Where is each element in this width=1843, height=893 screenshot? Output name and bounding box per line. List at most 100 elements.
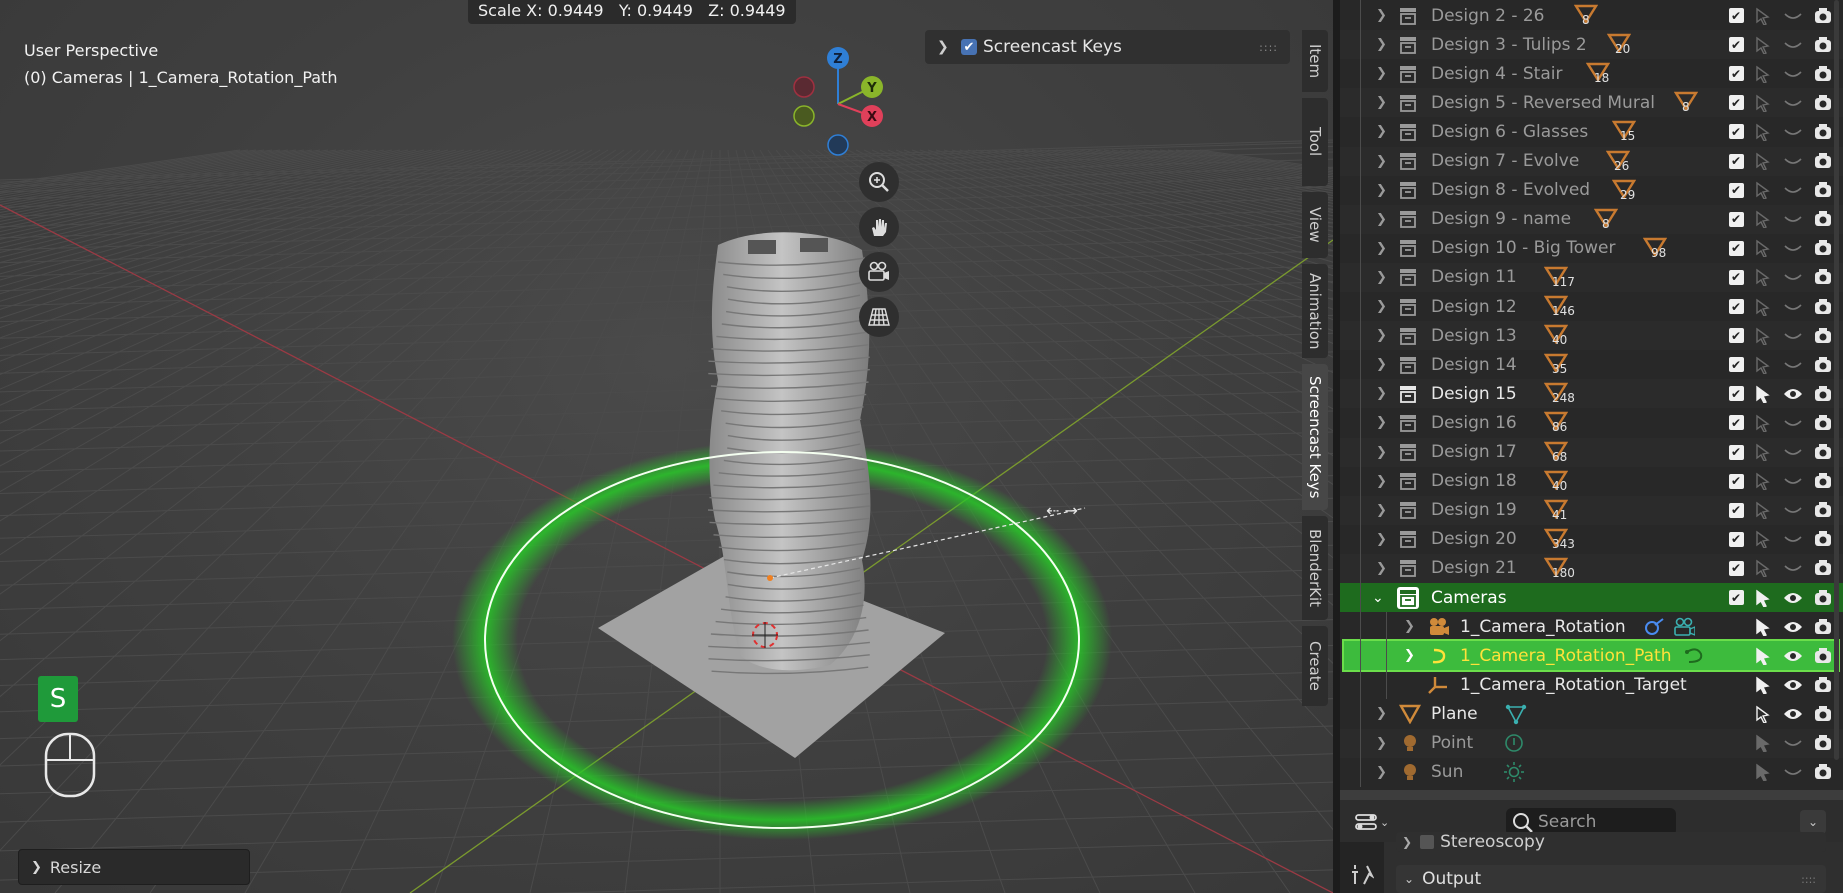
eye-closed-icon[interactable] [1782,325,1804,347]
outliner-row-collection[interactable]: ❯ Design 3 - Tulips 2 20 ✔ [1340,30,1843,60]
mesh-count-badge[interactable]: 29 [1612,179,1652,205]
hand-icon[interactable] [859,207,899,247]
visibility-checkbox[interactable]: ✔ [1725,528,1747,550]
outliner-row-collection[interactable]: ❯ Design 12 146 ✔ [1340,292,1843,321]
tab-tool[interactable]: Tool [1302,98,1328,186]
camera-icon[interactable] [859,252,899,292]
outliner-row-collection[interactable]: ❯ Design 15 248 ✔ [1340,379,1843,409]
render-camera-icon[interactable] [1812,325,1834,347]
expand-arrow-icon[interactable]: ❯ [1376,124,1387,139]
outliner-row-object[interactable]: 1_Camera_Rotation_Target [1340,670,1843,699]
select-arrow-icon[interactable] [1751,499,1773,521]
expand-arrow-icon[interactable]: ❯ [1404,619,1415,634]
output-panel[interactable]: ⌄ Output :::: [1396,865,1826,893]
render-camera-icon[interactable] [1812,557,1834,579]
mesh-count-badge[interactable]: 8 [1594,208,1634,234]
tab-blenderkit[interactable]: BlenderKit [1302,516,1328,620]
mesh-count-badge[interactable]: 8 [1574,4,1614,30]
expand-arrow-icon[interactable]: ❯ [1376,270,1387,285]
eye-icon[interactable] [1782,587,1804,609]
render-camera-icon[interactable] [1812,761,1834,783]
outliner-row-collection[interactable]: ❯ Design 11 117 ✔ [1340,262,1843,292]
visibility-checkbox[interactable]: ✔ [1725,499,1747,521]
select-arrow-icon[interactable] [1751,674,1773,696]
expand-arrow-icon[interactable]: ❯ [1376,561,1387,576]
constraint-icon[interactable] [1643,616,1665,638]
eye-closed-icon[interactable] [1782,441,1804,463]
mesh-count-badge[interactable]: 26 [1606,150,1646,176]
expand-arrow-icon[interactable]: ❯ [1376,299,1387,314]
chevron-right-icon[interactable]: ❯ [31,860,42,875]
visibility-checkbox[interactable]: ✔ [1725,470,1747,492]
select-arrow-icon[interactable] [1751,354,1773,376]
render-camera-icon[interactable] [1812,5,1834,27]
visibility-checkbox[interactable]: ✔ [1725,179,1747,201]
select-arrow-icon[interactable] [1751,325,1773,347]
select-arrow-icon[interactable] [1751,237,1773,259]
outliner-row-collection[interactable]: ❯ Design 5 - Reversed Mural 8 ✔ [1340,88,1843,118]
mesh-count-badge[interactable]: 40 [1544,324,1584,350]
eye-icon[interactable] [1782,383,1804,405]
render-camera-icon[interactable] [1812,587,1834,609]
expand-arrow-icon[interactable]: ❯ [1376,8,1387,23]
visibility-checkbox[interactable]: ✔ [1725,92,1747,114]
outliner-row-collection[interactable]: ❯ Design 6 - Glasses 15 ✔ [1340,117,1843,146]
eye-closed-icon[interactable] [1782,557,1804,579]
visibility-checkbox[interactable]: ✔ [1725,5,1747,27]
select-arrow-icon[interactable] [1751,557,1773,579]
select-arrow-icon[interactable] [1751,150,1773,172]
select-arrow-icon[interactable] [1751,616,1773,638]
outliner-row-object[interactable]: ❯ 1_Camera_Rotation [1340,612,1843,641]
stereoscopy-checkbox[interactable] [1420,835,1435,849]
expand-arrow-icon[interactable]: ❯ [1404,648,1415,663]
select-arrow-icon[interactable] [1751,470,1773,492]
expand-arrow-icon[interactable]: ❯ [1376,706,1387,721]
outliner-row-object[interactable]: ❯ Sun [1340,758,1843,787]
navigation-gizmo[interactable]: Z Y X [780,40,900,160]
render-camera-icon[interactable] [1812,208,1834,230]
expand-arrow-icon[interactable]: ❯ [1376,95,1387,110]
render-camera-icon[interactable] [1812,266,1834,288]
outliner-row-collection[interactable]: ❯ Design 4 - Stair 18 ✔ [1340,59,1843,88]
expand-arrow-icon[interactable]: ❯ [1376,328,1387,343]
outliner-scrollbar[interactable] [1834,0,1839,760]
eye-closed-icon[interactable] [1782,412,1804,434]
screencast-enable-checkbox[interactable]: ✔ [961,39,977,55]
visibility-checkbox[interactable]: ✔ [1725,557,1747,579]
outliner-row-object[interactable]: ❯ 1_Camera_Rotation_Path [1342,639,1840,673]
select-arrow-icon[interactable] [1751,528,1773,550]
render-camera-icon[interactable] [1812,732,1834,754]
outliner-row-collection[interactable]: ❯ Design 14 35 ✔ [1340,350,1843,379]
eye-icon[interactable] [1782,674,1804,696]
visibility-checkbox[interactable]: ✔ [1725,150,1747,172]
mesh-count-badge[interactable]: 98 [1643,237,1683,263]
eye-closed-icon[interactable] [1782,528,1804,550]
render-camera-icon[interactable] [1812,121,1834,143]
expand-arrow-icon[interactable]: ❯ [1376,532,1387,547]
select-arrow-icon[interactable] [1751,587,1773,609]
eye-closed-icon[interactable] [1782,499,1804,521]
select-arrow-icon[interactable] [1751,266,1773,288]
mesh-data-icon[interactable] [1505,703,1527,725]
mesh-count-badge[interactable]: 15 [1612,120,1652,146]
eye-closed-icon[interactable] [1782,470,1804,492]
zoom-icon[interactable] [859,162,899,202]
render-camera-icon[interactable] [1812,470,1834,492]
render-camera-icon[interactable] [1812,616,1834,638]
select-arrow-icon[interactable] [1751,732,1773,754]
eye-icon[interactable] [1782,703,1804,725]
eye-closed-icon[interactable] [1782,296,1804,318]
render-camera-icon[interactable] [1812,674,1834,696]
visibility-checkbox[interactable]: ✔ [1725,441,1747,463]
expand-arrow-icon[interactable]: ❯ [1376,37,1387,52]
drag-handle-icon[interactable]: :::: [1259,41,1278,54]
tab-screencast-keys[interactable]: Screencast Keys [1302,364,1328,510]
mesh-count-badge[interactable]: 146 [1544,295,1584,321]
outliner-panel[interactable]: ❯ Design 2 - 26 8 ✔ ❯ Design 3 - Tulips 2 20 ✔ ❯… [1340,0,1843,790]
expand-arrow-icon[interactable]: ❯ [1376,386,1387,401]
mesh-count-badge[interactable]: 18 [1586,62,1626,88]
select-arrow-icon[interactable] [1751,121,1773,143]
render-camera-icon[interactable] [1812,179,1834,201]
sun-light-icon[interactable] [1503,761,1525,783]
outliner-row-collection[interactable]: ❯ Design 8 - Evolved 29 ✔ [1340,176,1843,205]
